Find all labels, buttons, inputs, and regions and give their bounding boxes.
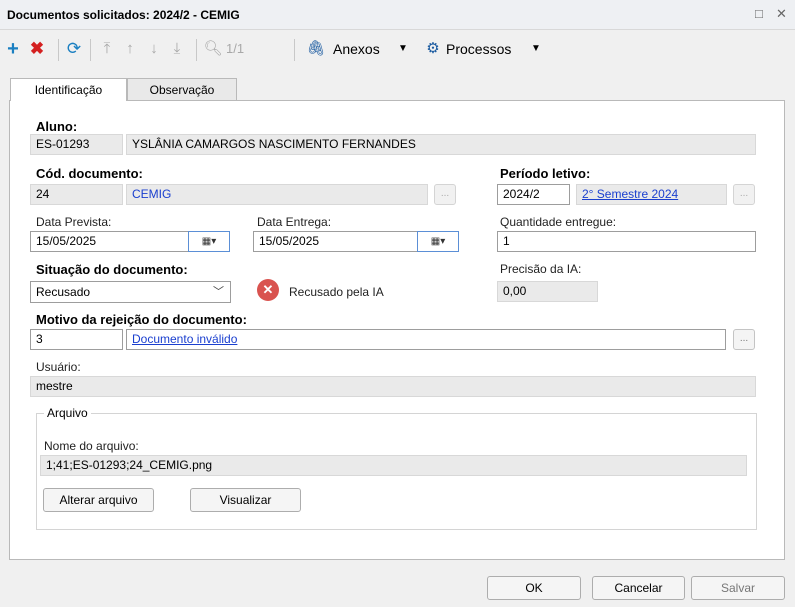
period-lookup-button[interactable]: ... <box>733 184 755 205</box>
gear-icon[interactable]: ⚙ <box>423 37 443 61</box>
delivery-date-calendar-icon[interactable]: ▦▾ <box>417 231 459 252</box>
status-select[interactable]: Recusado ﹀ <box>30 281 231 303</box>
maximize-button[interactable]: □ <box>755 6 763 21</box>
ia-precision-label: Precisão da IA: <box>500 262 582 276</box>
document-code-label: Cód. documento: <box>36 166 143 181</box>
first-record-icon[interactable]: ⤒ <box>97 37 117 61</box>
user-field: mestre <box>30 376 756 397</box>
document-name-field: CEMIG <box>126 184 428 205</box>
title-bar: Documentos solicitados: 2024/2 - CEMIG □… <box>0 0 795 30</box>
toolbar-separator <box>196 39 197 61</box>
period-code-field[interactable]: 2024/2 <box>497 184 570 205</box>
change-file-button[interactable]: Alterar arquivo <box>43 488 154 512</box>
toolbar-separator <box>90 39 91 61</box>
document-code-field: 24 <box>30 184 123 205</box>
toolbar-separator <box>58 39 59 61</box>
ia-precision-field: 0,00 <box>497 281 598 302</box>
user-label: Usuário: <box>36 360 81 374</box>
chevron-down-icon: ﹀ <box>213 286 224 298</box>
refresh-icon[interactable]: ⟳ <box>64 37 84 61</box>
document-lookup-button[interactable]: ... <box>434 184 456 205</box>
window-title: Documentos solicitados: 2024/2 - CEMIG <box>7 8 240 22</box>
delivery-date-label: Data Entrega: <box>257 215 332 229</box>
close-button[interactable]: ✕ <box>776 6 787 22</box>
record-position: 1/1 <box>226 41 245 56</box>
tab-observacao[interactable]: Observação <box>127 78 237 100</box>
rejection-reason-code-field[interactable]: 3 <box>30 329 123 350</box>
status-select-value: Recusado <box>36 285 91 299</box>
file-group-legend: Arquivo <box>44 406 91 420</box>
view-file-button[interactable]: Visualizar <box>190 488 301 512</box>
x-icon[interactable]: ✖ <box>27 37 47 61</box>
tab-identificacao[interactable]: Identificação <box>10 78 127 101</box>
ok-button[interactable]: OK <box>487 576 581 600</box>
save-button[interactable]: Salvar <box>691 576 785 600</box>
rejection-reason-lookup-button[interactable]: ... <box>733 329 755 350</box>
period-name-link[interactable]: 2° Semestre 2024 <box>576 184 727 205</box>
processes-menu[interactable]: Processos <box>446 37 511 61</box>
file-name-field: 1;41;ES-01293;24_CEMIG.png <box>40 455 747 476</box>
last-record-icon[interactable]: ⤓ <box>167 37 187 61</box>
processes-dropdown-icon[interactable]: ▼ <box>531 37 541 61</box>
rejection-reason-label: Motivo da rejeição do documento: <box>36 312 247 327</box>
rejection-reason-link[interactable]: Documento inválido <box>126 329 726 350</box>
student-code-field: ES-01293 <box>30 134 123 155</box>
status-label: Situação do documento: <box>36 262 188 277</box>
quantity-field[interactable]: 1 <box>497 231 756 252</box>
toolbar-separator <box>294 39 295 61</box>
attachments-dropdown-icon[interactable]: ▼ <box>398 37 408 61</box>
plus-icon[interactable]: + <box>3 37 23 61</box>
search-icon[interactable]: 🔍︎ <box>203 37 223 61</box>
student-label: Aluno: <box>36 119 78 134</box>
cancel-button[interactable]: Cancelar <box>592 576 685 600</box>
attachments-menu[interactable]: Anexos <box>333 37 380 61</box>
expected-date-label: Data Prevista: <box>36 215 112 229</box>
next-record-icon[interactable]: ↓ <box>144 37 164 61</box>
ia-status-text: Recusado pela IA <box>289 285 384 299</box>
student-name-field: YSLÂNIA CAMARGOS NASCIMENTO FERNANDES <box>126 134 756 155</box>
previous-record-icon[interactable]: ↑ <box>120 37 140 61</box>
quantity-label: Quantidade entregue: <box>500 215 617 229</box>
file-name-label: Nome do arquivo: <box>44 439 139 453</box>
toolbar: + ✖ ⟳ ⤒ ↑ ↓ ⤓ 🔍︎ 1/1 🖇 Anexos ▼ ⚙ Proces… <box>0 31 795 67</box>
expected-date-calendar-icon[interactable]: ▦▾ <box>188 231 230 252</box>
paperclip-icon[interactable]: 🖇 <box>306 37 326 61</box>
period-label: Período letivo: <box>500 166 591 181</box>
error-icon: ✕ <box>257 279 279 301</box>
